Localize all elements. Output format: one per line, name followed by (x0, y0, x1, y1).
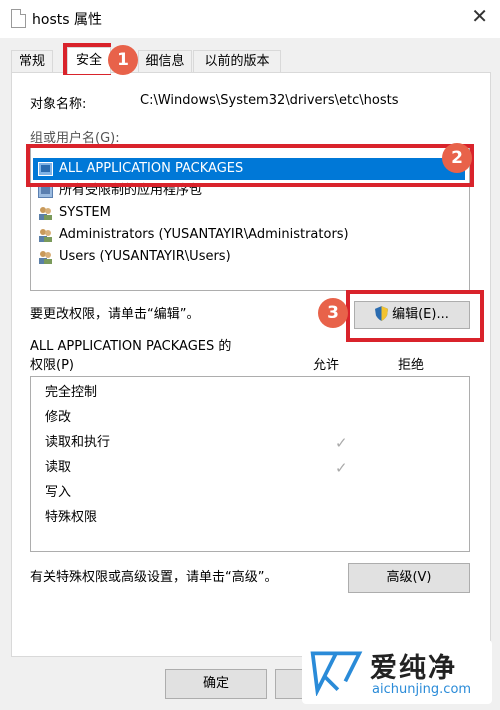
annotation-box-2 (26, 144, 474, 187)
tab-previous-versions[interactable]: 以前的版本 (193, 50, 281, 73)
watermark-name: 爱纯净 (370, 653, 457, 684)
users-icon (39, 251, 52, 264)
tab-security[interactable]: 安全 (67, 47, 111, 74)
object-name-value: C:\Windows\System32\drivers\etc\hosts (140, 93, 399, 108)
users-icon (39, 229, 52, 242)
permission-row: 写入 (45, 481, 71, 505)
permissions-label: 权限(P) (30, 358, 74, 373)
permission-row: 读取和执行 ✓ (45, 431, 365, 455)
window-title: hosts 属性 (32, 12, 102, 28)
object-name-label: 对象名称: (30, 97, 87, 112)
cancel-button[interactable] (275, 669, 304, 699)
permission-row: 读取 ✓ (45, 456, 365, 480)
permission-name: 特殊权限 (45, 510, 98, 525)
list-item[interactable]: Users (YUSANTAYIR\Users) (33, 246, 231, 268)
file-icon (11, 9, 26, 28)
advanced-hint: 有关特殊权限或高级设置，请单击“高级”。 (30, 570, 278, 585)
title-bar: hosts 属性 ✕ (0, 0, 500, 38)
permission-row: 完全控制 (45, 381, 97, 405)
edit-hint: 要更改权限，请单击“编辑”。 (30, 307, 200, 322)
allow-check-icon: ✓ (335, 459, 348, 477)
list-item-label: Users (YUSANTAYIR\Users) (59, 249, 231, 264)
annotation-badge-2: 2 (442, 143, 472, 173)
list-item[interactable]: Administrators (YUSANTAYIR\Administrator… (33, 224, 349, 246)
permission-name: 完全控制 (45, 385, 98, 400)
ok-button[interactable]: 确定 (165, 669, 267, 699)
deny-column-header: 拒绝 (398, 358, 425, 373)
annotation-badge-3: 3 (318, 298, 348, 328)
list-item[interactable]: SYSTEM (33, 202, 111, 224)
permission-row: 特殊权限 (45, 506, 97, 530)
tab-general[interactable]: 常规 (11, 50, 53, 73)
annotation-badge-1: 1 (108, 45, 138, 75)
list-item-label: Administrators (YUSANTAYIR\Administrator… (59, 227, 349, 242)
watermark-url: aichunjing.com (372, 682, 472, 697)
permission-row: 修改 (45, 406, 71, 430)
allow-check-icon: ✓ (335, 434, 348, 452)
users-icon (39, 207, 52, 220)
close-icon[interactable]: ✕ (471, 6, 488, 26)
permissions-list: 完全控制 修改 读取和执行 ✓ 读取 ✓ 写入 特殊权限 (30, 376, 470, 552)
permission-name: 读取和执行 (45, 435, 111, 450)
list-item-label: SYSTEM (59, 205, 111, 220)
watermark: 爱纯净 aichunjing.com (302, 640, 492, 704)
watermark-logo-icon (310, 651, 363, 696)
allow-column-header: 允许 (313, 358, 340, 373)
permissions-title: ALL APPLICATION PACKAGES 的 (30, 339, 232, 354)
tab-details[interactable]: 细信息 (138, 50, 192, 73)
permission-name: 读取 (45, 460, 72, 475)
annotation-box-3 (346, 290, 484, 342)
advanced-button[interactable]: 高级(V) (348, 563, 470, 593)
permission-name: 修改 (45, 410, 72, 425)
permission-name: 写入 (45, 485, 72, 500)
